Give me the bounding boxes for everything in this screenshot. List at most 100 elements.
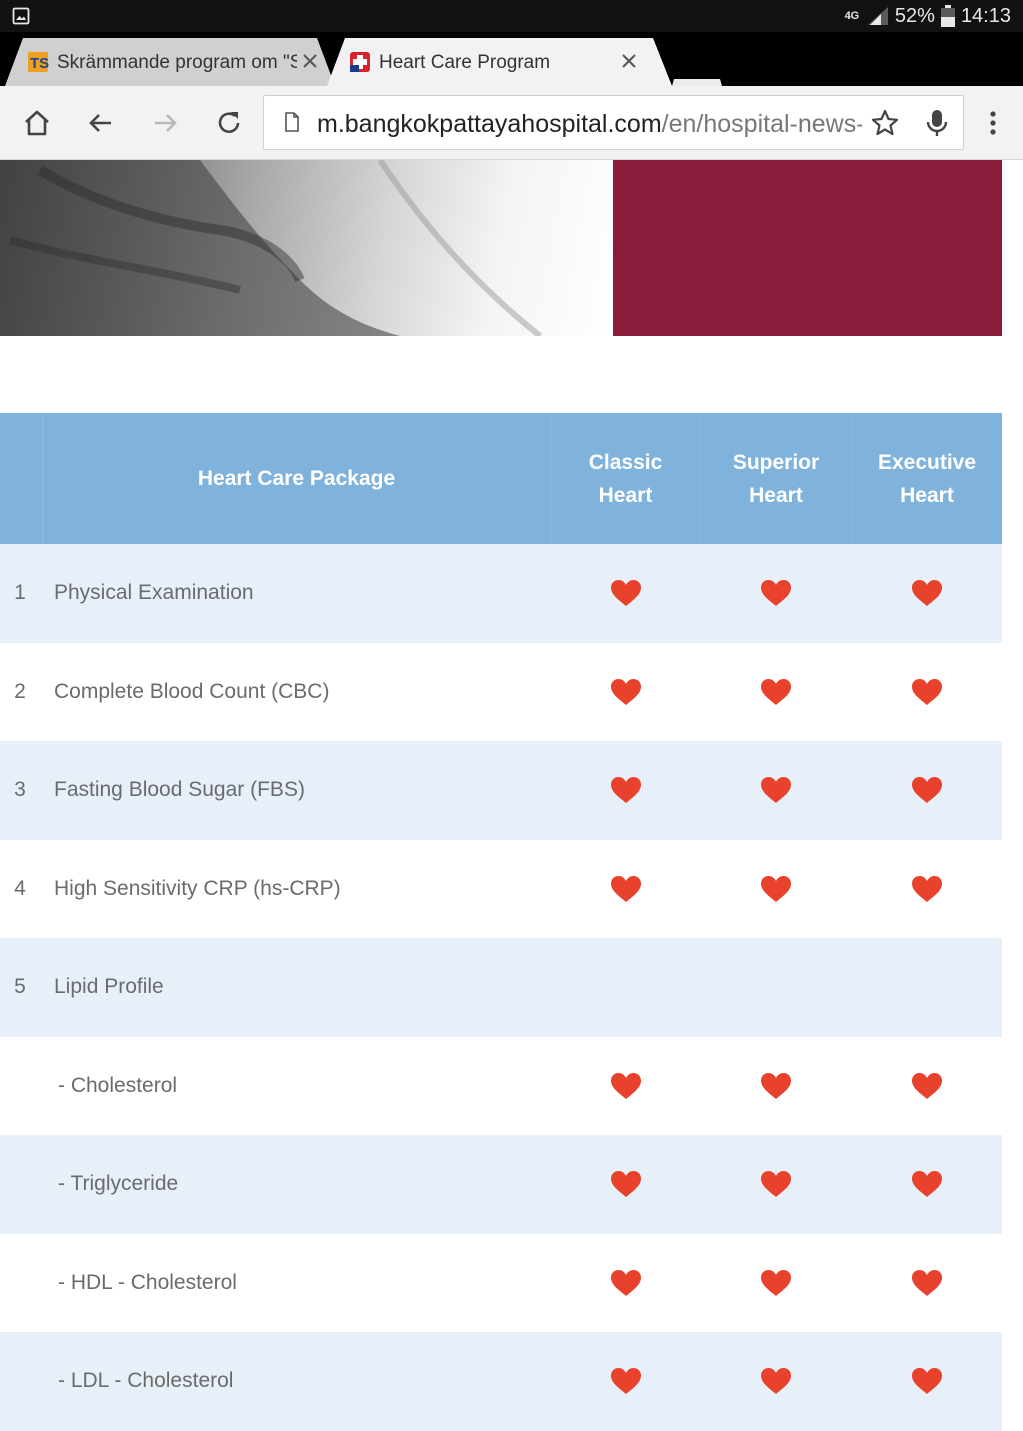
screenshot-icon <box>12 7 30 25</box>
row-number: 2 <box>14 679 26 703</box>
hero-photo <box>0 160 613 336</box>
heart-icon <box>761 777 791 804</box>
hospital-cross-favicon-icon <box>350 52 370 72</box>
header-line: Heart <box>900 483 954 507</box>
package-mark-cell <box>551 741 701 840</box>
home-icon[interactable] <box>22 108 52 138</box>
row-number <box>0 1135 40 1234</box>
heart-icon <box>912 777 942 804</box>
browser-toolbar: m.bangkokpattayahospital.com/en/hospital… <box>0 86 1023 160</box>
heart-care-package-table: Heart Care Package Classic Heart Superior… <box>0 413 1002 1431</box>
header-line: Superior <box>732 450 820 474</box>
package-mark-cell <box>551 643 701 742</box>
table-row: 4 High Sensitivity CRP (hs-CRP) <box>0 840 1002 939</box>
reload-icon[interactable] <box>214 108 244 138</box>
tab-skrammande[interactable]: TS Skrämmande program om "S <box>5 38 335 86</box>
heart-icon <box>761 1072 791 1099</box>
row-item-name: Fasting Blood Sugar (FBS) <box>54 778 305 802</box>
package-mark-cell <box>701 544 851 643</box>
table-row: - HDL - Cholesterol <box>0 1234 1002 1333</box>
row-item-name: Lipid Profile <box>54 975 164 999</box>
menu-icon[interactable] <box>978 108 1008 138</box>
package-mark-cell <box>852 938 1002 1037</box>
package-mark-cell <box>551 544 701 643</box>
table-row: 5 Lipid Profile <box>0 938 1002 1037</box>
table-row: - LDL - Cholesterol <box>0 1332 1002 1431</box>
clock: 14:13 <box>960 4 1011 27</box>
heart-icon <box>611 580 641 607</box>
heart-icon <box>912 678 942 705</box>
package-mark-cell <box>551 1332 701 1431</box>
page-icon <box>285 112 299 132</box>
package-mark-cell <box>701 1135 851 1234</box>
row-number <box>0 1234 40 1333</box>
star-icon[interactable] <box>870 108 900 138</box>
status-bar: 4G 52% 14:13 <box>0 0 1023 32</box>
header-num-cell <box>0 413 42 544</box>
mic-icon[interactable] <box>924 108 950 138</box>
package-mark-cell <box>701 741 851 840</box>
header-line: Heart <box>598 483 653 507</box>
package-mark-cell <box>701 1037 851 1136</box>
package-mark-cell <box>701 1332 851 1431</box>
package-mark-cell <box>852 643 1002 742</box>
heart-icon <box>611 1368 641 1395</box>
package-mark-cell <box>701 840 851 939</box>
package-mark-cell <box>852 840 1002 939</box>
hero-banner <box>0 160 1002 336</box>
heart-icon <box>912 1368 942 1395</box>
heart-icon <box>761 580 791 607</box>
tab-title: Skrämmande program om "S <box>57 52 297 73</box>
package-mark-cell <box>852 1135 1002 1234</box>
package-mark-cell <box>551 1037 701 1136</box>
url-text[interactable]: m.bangkokpattayahospital.com/en/hospital… <box>317 110 862 139</box>
table-row: 2 Complete Blood Count (CBC) <box>0 643 1002 742</box>
heart-icon <box>912 1171 942 1198</box>
row-number: 4 <box>14 876 26 900</box>
heart-icon <box>912 580 942 607</box>
network-type-label: 4G <box>844 10 860 22</box>
row-item-name: Physical Examination <box>54 581 254 605</box>
row-number <box>0 1037 40 1136</box>
package-mark-cell <box>852 1332 1002 1431</box>
url-host: m.bangkokpattayahospital.com <box>317 110 662 138</box>
heart-icon <box>611 1072 641 1099</box>
header-superior-heart: Superior Heart <box>700 413 851 544</box>
ts-favicon-icon: TS <box>28 52 49 72</box>
table-row: - Cholesterol <box>0 1037 1002 1136</box>
hand-on-neck-image <box>0 160 542 336</box>
row-item-name: Complete Blood Count (CBC) <box>54 679 330 703</box>
hero-red-panel <box>613 160 1002 336</box>
header-classic-heart: Classic Heart <box>550 413 700 544</box>
row-number: 5 <box>14 975 26 999</box>
heart-icon <box>912 875 942 902</box>
heart-icon <box>761 1368 791 1395</box>
tab-heart-care-program[interactable]: Heart Care Program <box>327 38 672 86</box>
heart-icon <box>912 1269 942 1296</box>
close-tab-icon[interactable] <box>618 50 640 72</box>
package-mark-cell <box>852 1234 1002 1333</box>
heart-icon <box>611 1269 641 1296</box>
package-mark-cell <box>551 840 701 939</box>
address-bar[interactable]: m.bangkokpattayahospital.com/en/hospital… <box>263 95 964 150</box>
table-body: 1 Physical Examination 2 Complete Blood Cou… <box>0 544 1002 1431</box>
header-line: Executive <box>877 450 977 474</box>
row-number: 3 <box>14 778 26 802</box>
table-row: 1 Physical Examination <box>0 544 1002 643</box>
package-mark-cell <box>551 938 701 1037</box>
svg-text:TS: TS <box>30 55 49 72</box>
header-line: Heart <box>749 483 803 507</box>
close-tab-icon[interactable] <box>299 50 321 72</box>
tab-strip: TS Skrämmande program om "S Heart Care P… <box>0 32 1023 107</box>
package-mark-cell <box>852 544 1002 643</box>
row-item-name: High Sensitivity CRP (hs-CRP) <box>54 876 341 900</box>
heart-icon <box>611 678 641 705</box>
package-mark-cell <box>701 643 851 742</box>
heart-icon <box>912 1072 942 1099</box>
row-number <box>0 1332 40 1431</box>
forward-icon[interactable] <box>150 108 180 138</box>
package-mark-cell <box>551 1135 701 1234</box>
back-icon[interactable] <box>86 108 116 138</box>
row-item-name: - HDL - Cholesterol <box>58 1270 237 1294</box>
row-item-name: - Cholesterol <box>58 1073 178 1097</box>
